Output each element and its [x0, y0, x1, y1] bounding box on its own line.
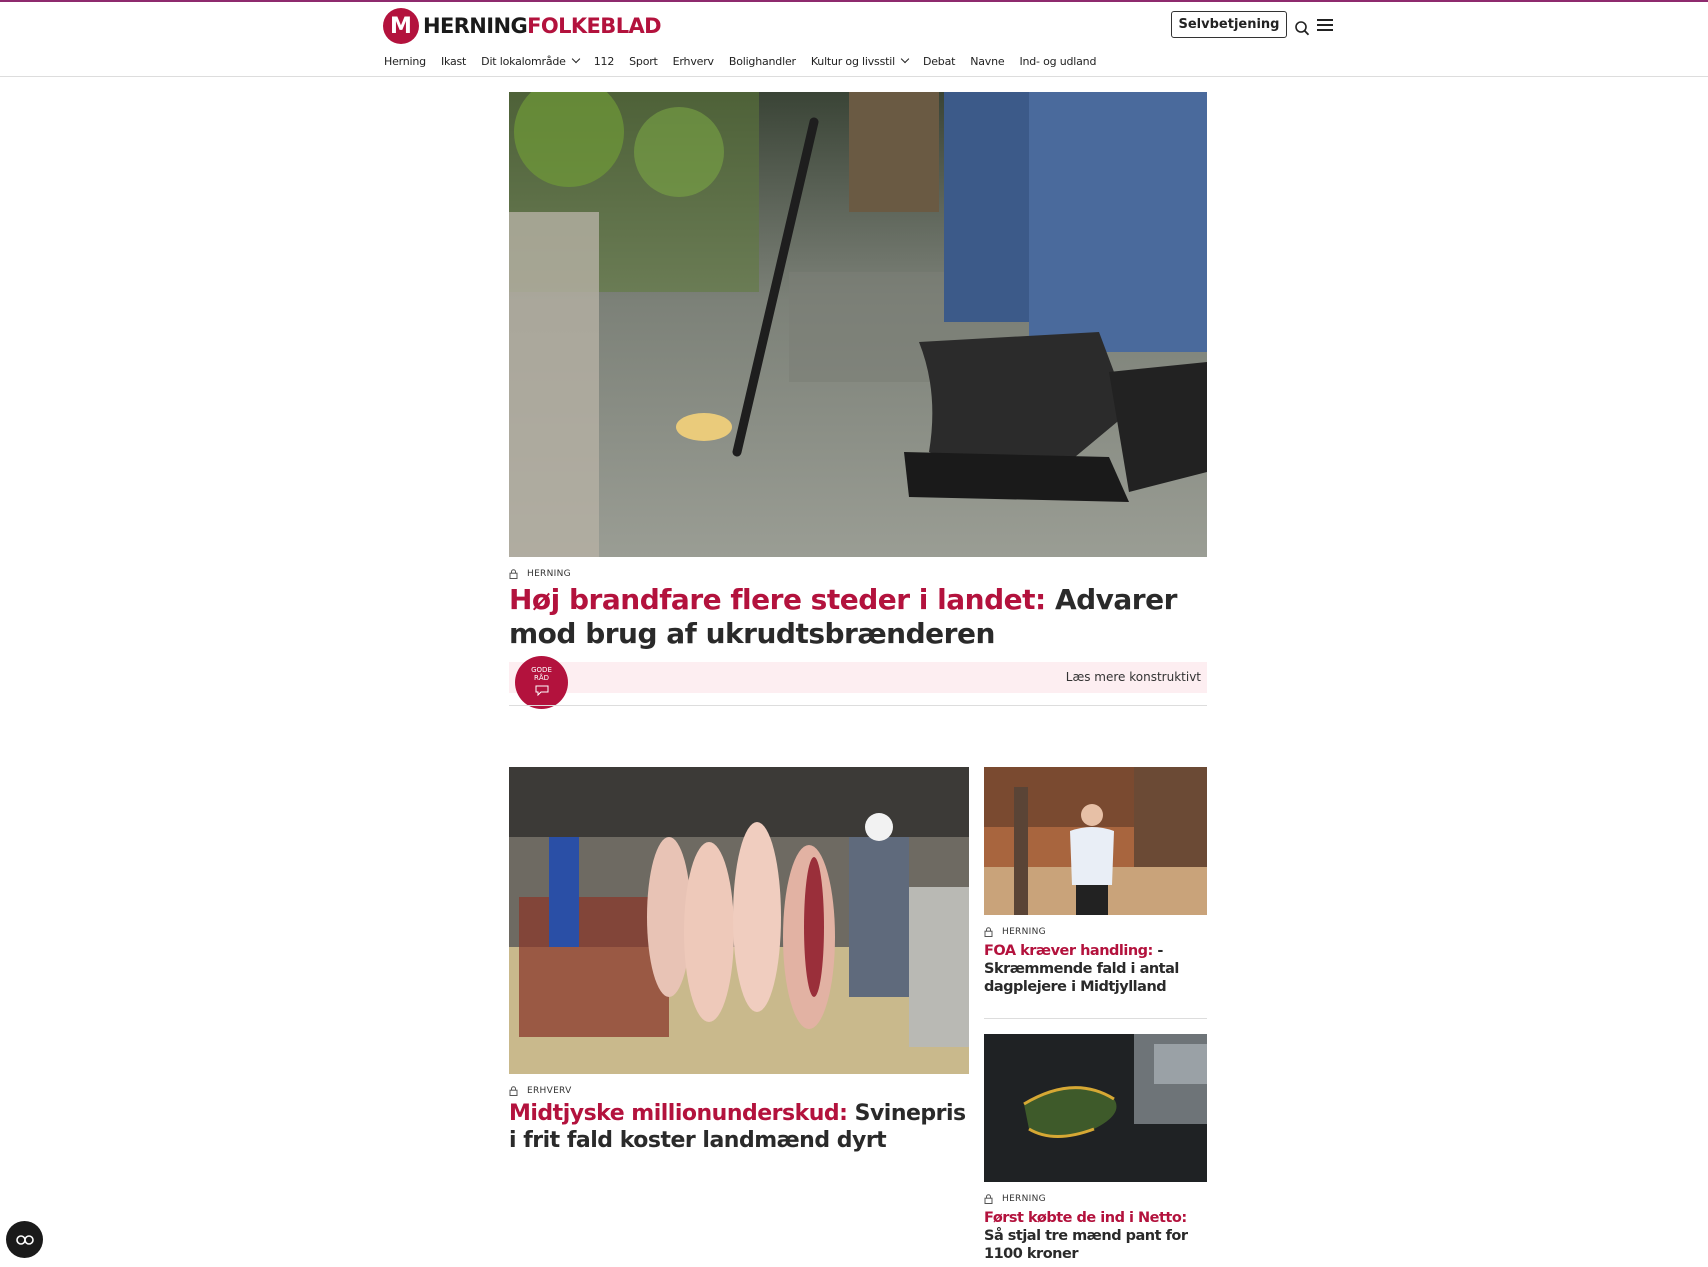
nav-item-label: 112	[593, 54, 615, 68]
article-1-section-label[interactable]: ERHVERV	[509, 1086, 572, 1096]
nav-item-label: Herning	[384, 54, 426, 68]
lock-icon	[509, 569, 518, 579]
badge-line1: GODE	[531, 666, 552, 674]
nav-item-label: Navne	[970, 54, 1005, 68]
section-name: HERNING	[527, 569, 571, 579]
chevron-down-icon	[900, 54, 910, 64]
article-3-section-label[interactable]: HERNING	[984, 1194, 1046, 1204]
lock-icon	[984, 1194, 993, 1204]
article-1-headline[interactable]: Midtjyske millionunderskud: Svinepris i …	[509, 1100, 971, 1154]
lead-article-image[interactable]	[509, 92, 1207, 557]
headline-kicker: Høj brandfare flere steder i landet:	[509, 583, 1046, 616]
lead-divider	[509, 705, 1207, 706]
nav-item-label: Sport	[629, 54, 658, 68]
konstruktiv-bar[interactable]: Læs mere konstruktivt	[509, 662, 1207, 693]
headline-kicker: Først købte de ind i Netto:	[984, 1210, 1187, 1226]
nav-item-bolighandler[interactable]: Bolighandler	[729, 55, 796, 68]
cookie-settings-icon	[15, 1234, 34, 1245]
lead-headline[interactable]: Høj brandfare flere steder i landet: Adv…	[509, 583, 1199, 651]
nav-item-ind-og-udland[interactable]: Ind- og udland	[1019, 55, 1096, 68]
nav-item-label: Bolighandler	[728, 54, 796, 68]
nav-item-erhverv[interactable]: Erhverv	[673, 55, 714, 68]
nav-item-label: Debat	[922, 54, 956, 68]
article-2-headline[interactable]: FOA kræver handling: - Skræmmende fald i…	[984, 942, 1206, 996]
article-2-divider	[984, 1018, 1207, 1019]
section-name: HERNING	[1002, 1194, 1046, 1204]
logo-mark: M	[383, 8, 419, 44]
speech-bubble-icon	[535, 685, 548, 697]
article-2-image[interactable]	[984, 767, 1207, 915]
nav-item-label: Kultur og livsstil	[810, 54, 895, 68]
section-name: HERNING	[1002, 927, 1046, 937]
site-header: M HERNINGFOLKEBLAD Selvbetjening Herning…	[0, 2, 1708, 77]
headline-kicker: Midtjyske millionunderskud:	[509, 1101, 848, 1126]
section-name: ERHVERV	[527, 1086, 572, 1096]
nav-item-sport[interactable]: Sport	[629, 55, 658, 68]
nav-item-label: Erhverv	[672, 54, 714, 68]
logo-wordmark-main: HERNING	[423, 14, 528, 38]
nav-item-label: Dit lokalområde	[481, 54, 566, 68]
site-logo[interactable]: M HERNINGFOLKEBLAD	[383, 8, 662, 44]
nav-item-debat[interactable]: Debat	[923, 55, 955, 68]
nav-item-herning[interactable]: Herning	[384, 55, 426, 68]
gode-raad-badge: GODE RÅD	[515, 656, 568, 709]
article-1-image[interactable]	[509, 767, 969, 1074]
article-3-image[interactable]	[984, 1034, 1207, 1182]
hamburger-menu-icon[interactable]	[1317, 19, 1333, 33]
main-navigation: Herning Ikast Dit lokalområde 112 Sport …	[384, 52, 1111, 70]
cookie-settings-button[interactable]	[6, 1221, 43, 1258]
chevron-down-icon	[571, 54, 580, 64]
lead-section-label[interactable]: HERNING	[509, 569, 571, 579]
nav-item-ikast[interactable]: Ikast	[441, 55, 466, 68]
lock-icon	[984, 927, 993, 937]
headline-kicker: FOA kræver handling:	[984, 943, 1153, 959]
nav-item-112[interactable]: 112	[593, 54, 615, 68]
article-3-headline[interactable]: Først købte de ind i Netto: Så stjal tre…	[984, 1209, 1206, 1263]
article-2-section-label[interactable]: HERNING	[984, 927, 1046, 937]
nav-item-navne[interactable]: Navne	[970, 55, 1004, 68]
nav-item-kultur-og-livsstil[interactable]: Kultur og livsstil	[810, 54, 910, 68]
nav-item-label: Ikast	[440, 54, 467, 68]
logo-wordmark: HERNINGFOLKEBLAD	[423, 14, 662, 38]
headline-title: Så stjal tre mænd pant for 1100 kroner	[984, 1228, 1188, 1262]
selfservice-button[interactable]: Selvbetjening	[1171, 11, 1287, 38]
nav-item-label: Ind- og udland	[1019, 54, 1097, 68]
read-more-konstruktiv-link[interactable]: Læs mere konstruktivt	[1066, 670, 1201, 684]
nav-item-dit-lokalomraade[interactable]: Dit lokalområde	[481, 54, 580, 68]
badge-line2: RÅD	[533, 674, 550, 682]
search-icon[interactable]	[1294, 19, 1310, 37]
logo-wordmark-accent: FOLKEBLAD	[527, 14, 661, 38]
lock-icon	[509, 1086, 518, 1096]
